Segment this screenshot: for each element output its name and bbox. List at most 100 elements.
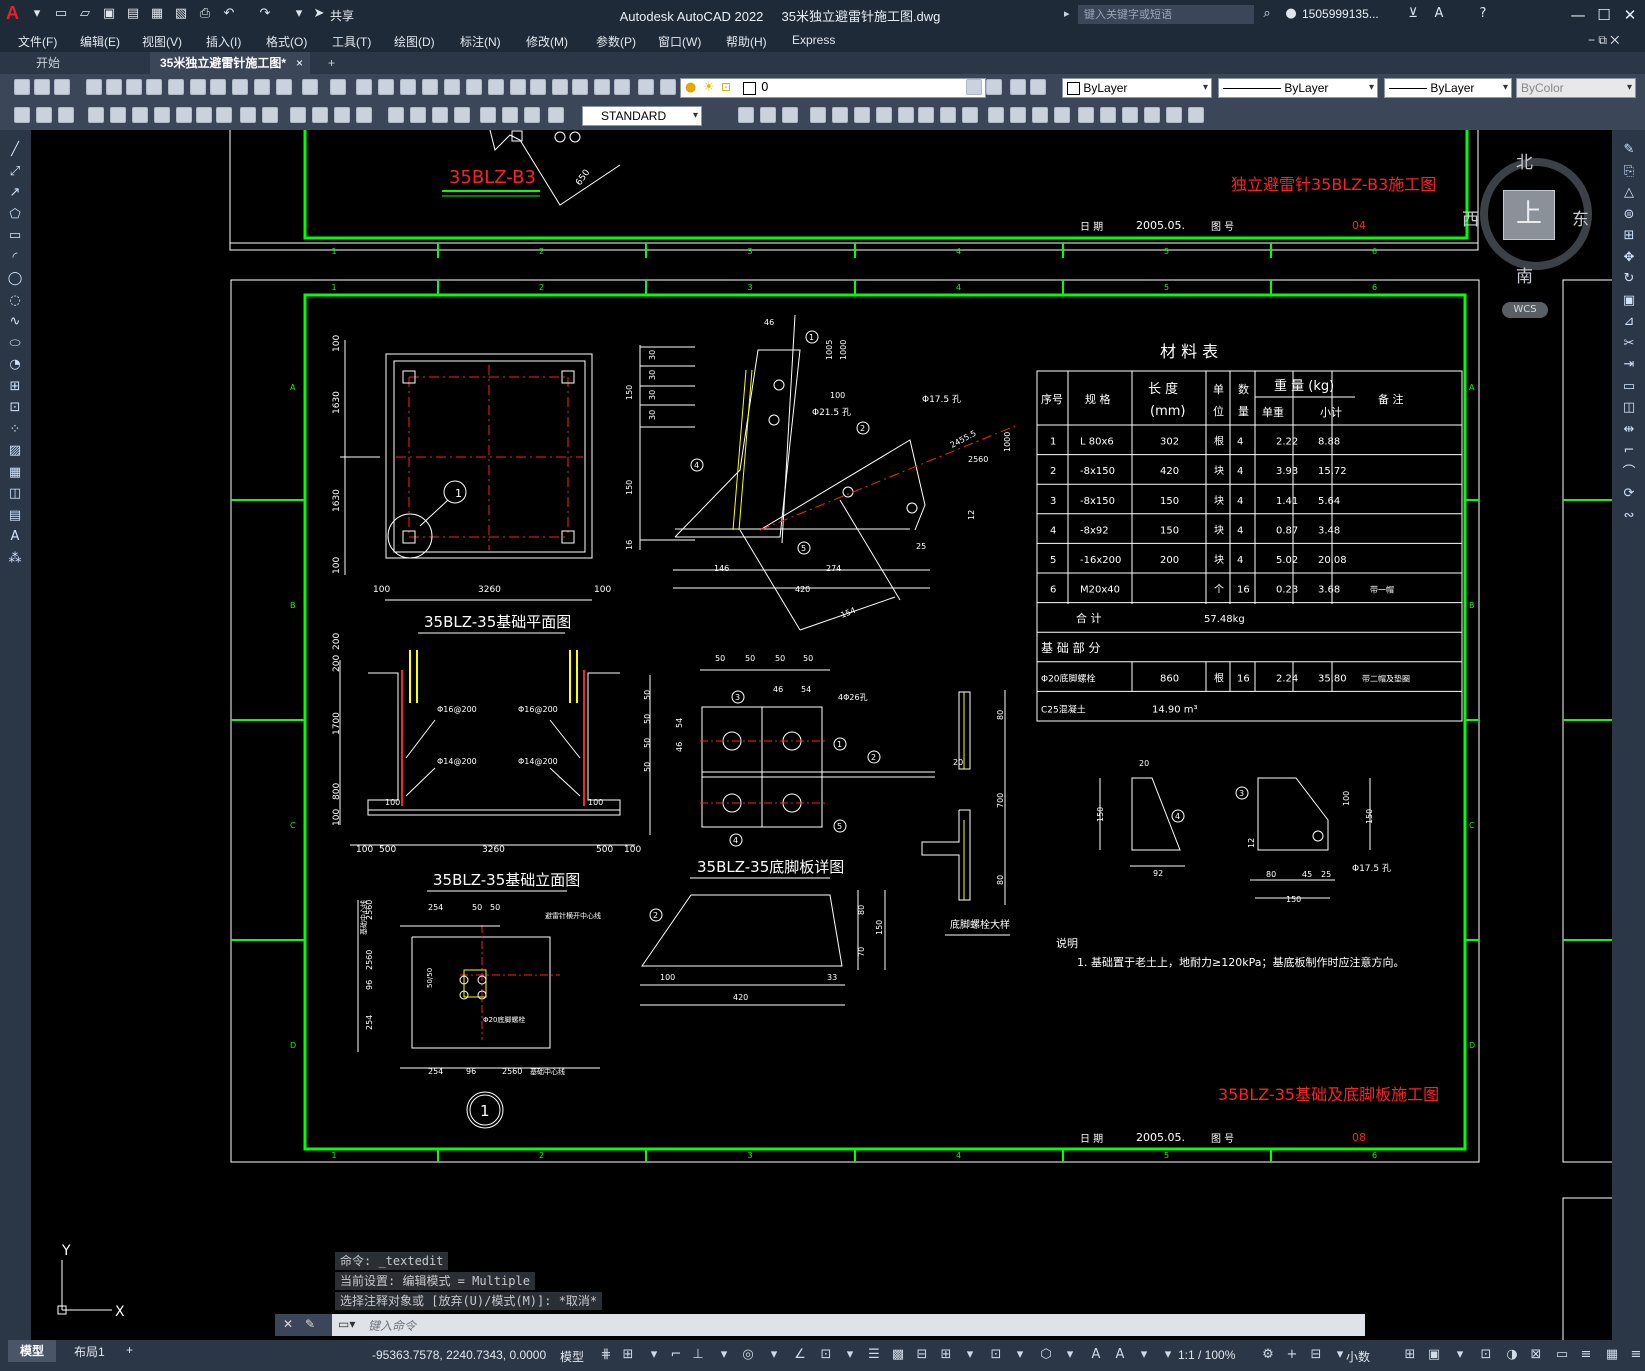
dimension-tool-icon[interactable] <box>480 107 496 123</box>
linetype-dropdown[interactable]: ByLayer ▾ <box>1218 78 1378 98</box>
draw-tool-icon[interactable]: ▤ <box>7 508 23 524</box>
status-toggle-icon[interactable]: ⊡ <box>988 1347 1004 1363</box>
restore-doc-icon[interactable]: − ⧉ ✕ <box>1588 33 1619 48</box>
dimension-tool-icon[interactable] <box>410 107 426 123</box>
layer-tool-icon[interactable] <box>1010 79 1026 95</box>
standard-tool-icon[interactable] <box>232 79 248 95</box>
standard-tool-icon[interactable] <box>660 79 676 95</box>
standard-tool-icon[interactable] <box>466 79 482 95</box>
standard-tool-icon[interactable] <box>488 79 504 95</box>
dimension-tool-icon[interactable] <box>1078 107 1094 123</box>
dimension-tool-icon[interactable] <box>918 107 934 123</box>
draw-tool-icon[interactable]: ⬭ <box>7 336 23 352</box>
status-toggle-icon[interactable]: ▾ <box>1452 1347 1468 1363</box>
standard-tool-icon[interactable] <box>378 79 394 95</box>
lineweight-dropdown[interactable]: ByLayer ▾ <box>1384 78 1512 98</box>
status-toggle-icon[interactable]: ⊡ <box>818 1347 834 1363</box>
dimension-tool-icon[interactable] <box>132 107 148 123</box>
menu-tools[interactable]: 工具(T) <box>332 33 371 50</box>
status-toggle-icon[interactable]: ▣ <box>1426 1347 1442 1363</box>
dimension-tool-icon[interactable] <box>290 107 306 123</box>
status-toggle-icon[interactable]: ▾ <box>1160 1347 1176 1363</box>
standard-tool-icon[interactable] <box>510 79 526 95</box>
wcs-menu[interactable]: WCS <box>1502 302 1548 318</box>
undo-icon[interactable]: ↶ <box>220 5 238 23</box>
dimension-tool-icon[interactable] <box>1054 107 1070 123</box>
modify-tool-icon[interactable]: ⎘ <box>1621 164 1637 180</box>
menu-modify[interactable]: 修改(M) <box>526 33 568 50</box>
dimension-tool-icon[interactable] <box>14 107 30 123</box>
dimension-tool-icon[interactable] <box>810 107 826 123</box>
dimension-tool-icon[interactable] <box>1188 107 1204 123</box>
menu-express[interactable]: Express <box>792 33 835 47</box>
draw-tool-icon[interactable]: ◔ <box>7 357 23 373</box>
dimension-tool-icon[interactable] <box>940 107 956 123</box>
status-toggle-icon[interactable]: ⚙ <box>1260 1347 1276 1363</box>
dimension-tool-icon[interactable] <box>898 107 914 123</box>
dimension-tool-icon[interactable] <box>388 107 404 123</box>
status-toggle-icon[interactable]: ⊞ <box>938 1347 954 1363</box>
status-toggle-icon[interactable]: ▾ <box>1136 1347 1152 1363</box>
maximize-button[interactable]: ☐ <box>1592 4 1616 26</box>
dimension-tool-icon[interactable] <box>962 107 978 123</box>
draw-tool-icon[interactable]: ↗ <box>7 185 23 201</box>
dimension-tool-icon[interactable] <box>1122 107 1138 123</box>
dimension-tool-icon[interactable] <box>154 107 170 123</box>
user-icon[interactable]: ● <box>1282 5 1300 23</box>
standard-tool-icon[interactable] <box>330 79 346 95</box>
customize-qat-icon[interactable]: ▾ <box>290 5 308 23</box>
close-button[interactable]: ✕ <box>1618 4 1642 26</box>
modify-tool-icon[interactable]: ⇹ <box>1621 422 1637 438</box>
coordinates-readout[interactable]: -95363.7578, 2240.7343, 0.0000 <box>372 1348 546 1362</box>
dimension-tool-icon[interactable] <box>524 107 540 123</box>
status-toggle-icon[interactable]: ≡ <box>1628 1347 1644 1363</box>
modify-tool-icon[interactable]: ⊜ <box>1621 207 1637 223</box>
modify-tool-icon[interactable]: ⌐ <box>1621 443 1637 459</box>
draw-tool-icon[interactable]: ◯ <box>7 271 23 287</box>
dimension-tool-icon[interactable] <box>356 107 372 123</box>
dimension-tool-icon[interactable] <box>548 107 564 123</box>
modify-tool-icon[interactable]: ⇥ <box>1621 357 1637 373</box>
viewcube-north[interactable]: 北 <box>1516 148 1533 173</box>
user-name[interactable]: 1505999135... <box>1302 7 1379 21</box>
search-input[interactable]: 键入关键字或短语 <box>1078 5 1254 24</box>
modify-tool-icon[interactable]: ∾ <box>1621 508 1637 524</box>
menu-window[interactable]: 窗口(W) <box>658 33 701 50</box>
status-toggle-icon[interactable]: ▾ <box>962 1347 978 1363</box>
status-toggle-icon[interactable]: + <box>1284 1347 1300 1363</box>
menu-edit[interactable]: 编辑(E) <box>80 33 120 50</box>
standard-tool-icon[interactable] <box>594 79 610 95</box>
annotation-scale[interactable]: 1:1 / 100% <box>1178 1348 1235 1362</box>
status-toggle-icon[interactable]: ⊟ <box>1308 1347 1324 1363</box>
help-icon[interactable]: ? <box>1474 5 1492 23</box>
status-toggle-icon[interactable]: ⊞ <box>1402 1347 1418 1363</box>
tab-layout1[interactable]: 布局1 <box>74 1343 105 1360</box>
standard-tool-icon[interactable] <box>356 79 372 95</box>
command-prompt-icon[interactable]: ▭▾ <box>338 1317 355 1331</box>
status-toggle-icon[interactable]: ⋕ <box>598 1347 614 1363</box>
standard-tool-icon[interactable] <box>146 79 162 95</box>
standard-tool-icon[interactable] <box>552 79 568 95</box>
modify-tool-icon[interactable]: △ <box>1621 185 1637 201</box>
status-toggle-icon[interactable]: ▾ <box>1332 1347 1348 1363</box>
command-input[interactable]: ▭▾ 键入命令 <box>332 1314 1365 1336</box>
viewcube-top-face[interactable]: 上 <box>1503 190 1555 240</box>
dimension-tool-icon[interactable] <box>88 107 104 123</box>
dimension-tool-icon[interactable] <box>1166 107 1182 123</box>
dimension-tool-icon[interactable] <box>240 107 256 123</box>
status-toggle-icon[interactable]: A <box>1112 1347 1128 1363</box>
status-toggle-icon[interactable]: ∠ <box>792 1347 808 1363</box>
dimension-tool-icon[interactable] <box>876 107 892 123</box>
drawing-canvas[interactable]: 35BLZ-B3 650 独立避雷针35BLZ-B3施工图 日 期 2005.0… <box>31 130 1612 1340</box>
draw-tool-icon[interactable]: ▨ <box>7 443 23 459</box>
standard-tool-icon[interactable] <box>638 79 654 95</box>
share-label[interactable]: 共享 <box>330 7 354 24</box>
open-web-icon[interactable]: ▦ <box>148 5 166 23</box>
draw-tool-icon[interactable]: ⤢ <box>7 164 23 180</box>
dimension-tool-icon[interactable] <box>1100 107 1116 123</box>
standard-tool-icon[interactable] <box>422 79 438 95</box>
draw-tool-icon[interactable]: ∿ <box>7 314 23 330</box>
autodesk-account-icon[interactable]: A <box>1430 5 1448 23</box>
redo-icon[interactable]: ↷ <box>256 5 274 23</box>
standard-tool-icon[interactable] <box>572 79 588 95</box>
